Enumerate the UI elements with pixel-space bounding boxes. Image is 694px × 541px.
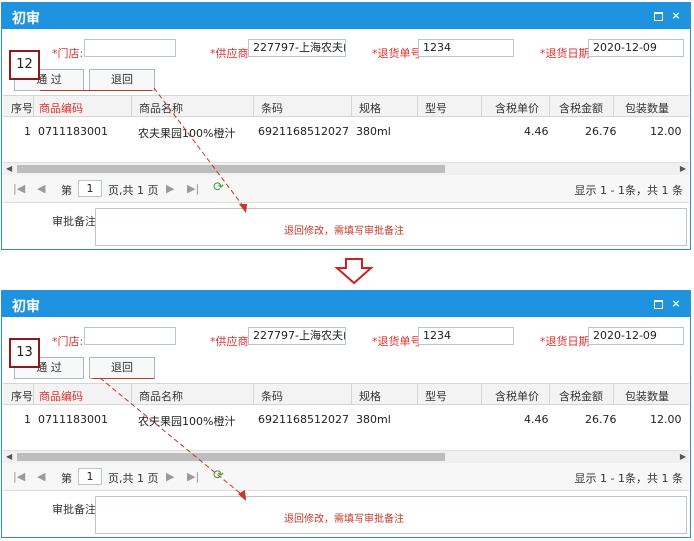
dashed-pointer-arrow: [99, 377, 247, 501]
dashed-pointer-arrow: [153, 87, 247, 213]
dialog-step-13: 初审 × *门店: *供应商: 227797-上海农夫山 *退货单号: 1234…: [1, 290, 691, 538]
dialog-step-12: 初审 × *门店: *供应商: 227797-上海农夫山 *退货单号: 1234…: [1, 2, 691, 250]
down-arrow-icon: [334, 258, 374, 285]
